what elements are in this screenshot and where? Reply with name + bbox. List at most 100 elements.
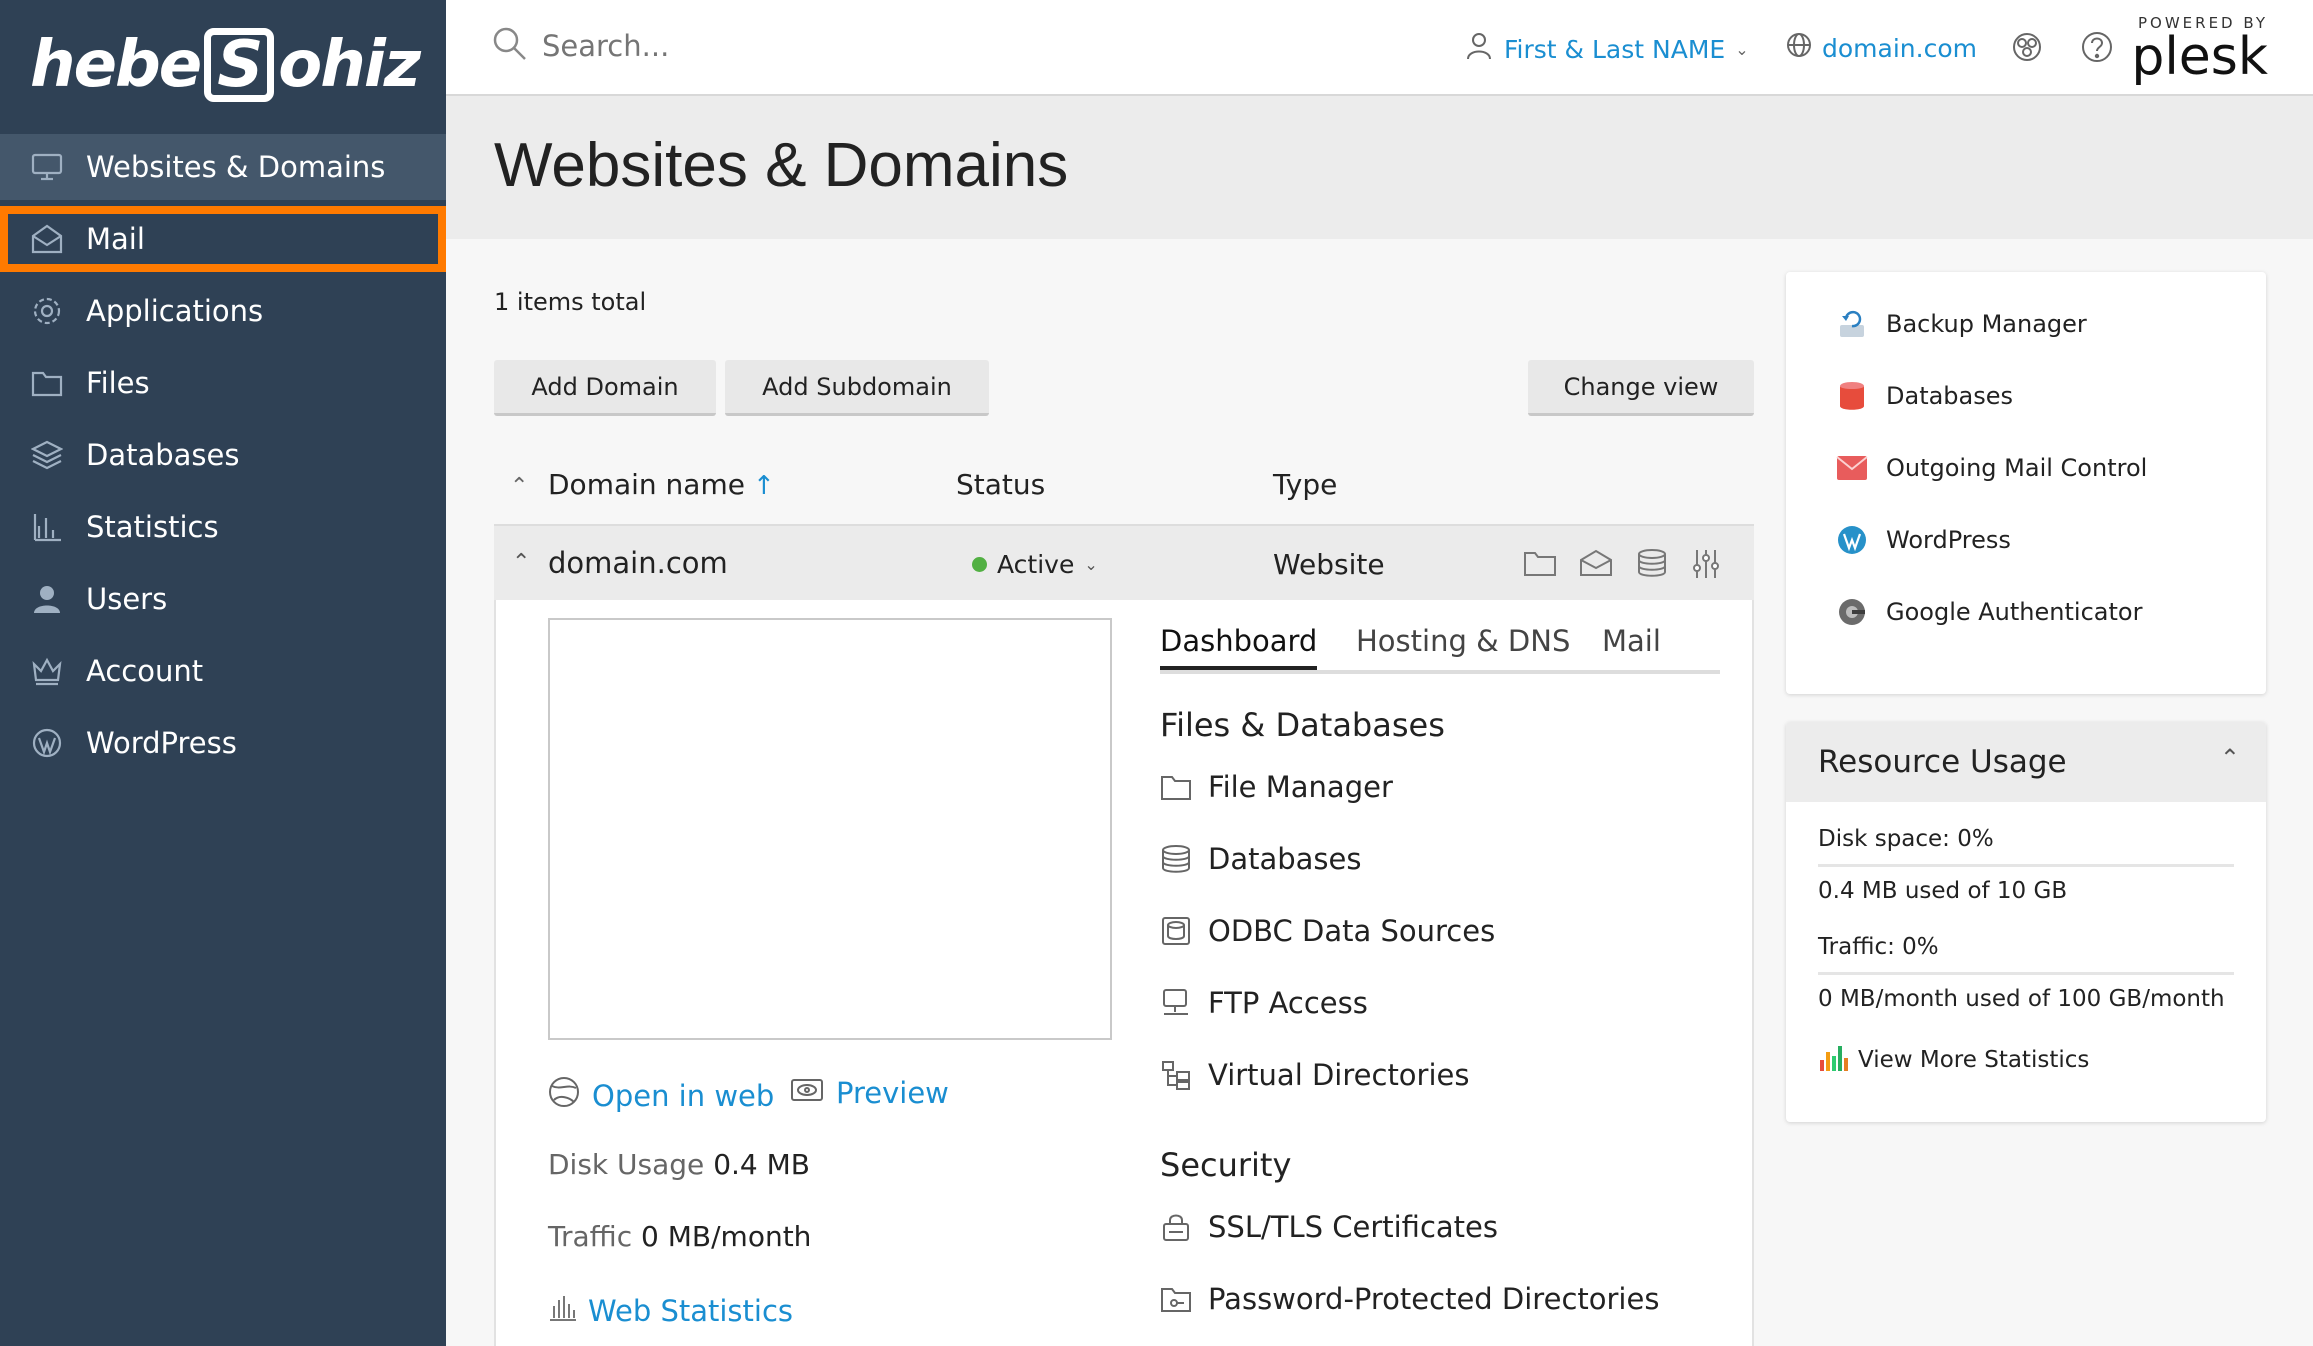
table-row: ⌃ domain.com Active ⌄ Website [494,524,1754,600]
database-icon[interactable] [1635,548,1669,582]
user-menu[interactable]: First & Last NAME ⌄ [1466,32,1749,66]
disk-usage-label: Disk Usage [548,1148,705,1181]
add-domain-button[interactable]: Add Domain [494,360,716,416]
sidebar-item-applications[interactable]: Applications [0,278,446,344]
traffic-percent: Traffic: 0% [1818,934,1939,960]
sidebar-item-files[interactable]: Files [0,350,446,416]
feature-label: SSL/TLS Certificates [1208,1210,1498,1244]
folder-icon [1161,776,1191,800]
feature-label: Databases [1208,842,1362,876]
chevron-up-icon[interactable]: ⌃ [512,550,530,575]
file-manager-link[interactable]: File Manager [1160,770,1393,804]
feature-label: File Manager [1208,770,1393,804]
add-subdomain-button[interactable]: Add Subdomain [725,360,989,416]
protected-folder-icon [1161,1288,1191,1312]
resource-usage-title: Resource Usage [1818,744,2067,780]
tab-hosting-dns[interactable]: Hosting & DNS [1356,624,1570,666]
certificate-icon [1163,1214,1189,1241]
disk-space-percent: Disk space: 0% [1818,826,1994,852]
sidebar-item-label: Applications [86,294,264,328]
extensions-icon[interactable] [2010,30,2044,68]
user-icon [1466,32,1492,66]
wordpress-icon [30,726,64,760]
domain-switcher[interactable]: domain.com [1786,32,1977,64]
ftp-access-link[interactable]: FTP Access [1160,986,1368,1020]
column-type: Type [1273,468,1338,501]
tools-card: Backup Manager Databases Outgoing Mail C… [1786,272,2266,694]
column-domain-name[interactable]: Domain name ↑ [548,468,775,501]
top-bar: First & Last NAME ⌄ domain.com POWERED B… [446,0,2313,96]
row-type: Website [1273,548,1385,581]
preview-link[interactable]: Preview [790,1076,949,1110]
statistics-chart-icon [1818,1042,1850,1078]
items-total: 1 items total [494,288,647,316]
database-icon [1836,380,1868,412]
backup-manager-link[interactable]: Backup Manager [1836,308,2087,340]
odbc-data-sources-link[interactable]: ODBC Data Sources [1160,914,1495,948]
website-thumbnail[interactable] [548,618,1112,1040]
search-input[interactable] [542,29,1042,63]
gear-icon [30,294,64,328]
open-in-web-link[interactable]: Open in web [548,1076,774,1115]
sidebar-item-label: Databases [86,438,240,472]
ssl-tls-certificates-link[interactable]: SSL/TLS Certificates [1160,1210,1498,1244]
status-dropdown[interactable]: Active ⌄ [972,550,1098,579]
sidebar-item-account[interactable]: Account [0,638,446,704]
help-icon[interactable] [2080,30,2114,68]
view-more-statistics-link[interactable]: View More Statistics [1818,1042,2089,1078]
change-view-button[interactable]: Change view [1528,360,1754,416]
sidebar-item-label: Users [86,582,168,616]
wordpress-tool-link[interactable]: WordPress [1836,524,2011,556]
sidebar-item-wordpress[interactable]: WordPress [0,710,446,776]
sidebar-item-label: WordPress [86,726,237,760]
domain-tabs: Dashboard Hosting & DNS Mail [1160,624,1720,674]
page-header: Websites & Domains [446,96,2313,239]
virtual-directories-link[interactable]: Virtual Directories [1160,1058,1469,1092]
sidebar-item-statistics[interactable]: Statistics [0,494,446,560]
globe-icon [1786,32,1812,64]
section-files-databases: Files & Databases [1160,706,1445,744]
row-domain-name[interactable]: domain.com [548,546,728,580]
feature-label: FTP Access [1208,986,1368,1020]
sidebar-item-label: Websites & Domains [86,150,386,184]
brand-logo[interactable]: hebe Sohiz [0,0,446,130]
resource-usage-header[interactable]: Resource Usage ⌃ [1786,722,2266,802]
globe-icon [548,1076,580,1115]
password-protected-directories-link[interactable]: Password-Protected Directories [1160,1282,1659,1316]
logo-text: hebe Sohiz [30,28,421,102]
collapse-all-icon[interactable]: ⌃ [510,474,528,499]
odbc-icon [1162,917,1190,945]
databases-link[interactable]: Databases [1160,842,1361,876]
sidebar-item-label: Mail [86,222,145,256]
preview-label: Preview [836,1076,949,1110]
sidebar: hebe Sohiz Websites & Domains Mail Applic… [0,0,446,1346]
sidebar-item-users[interactable]: Users [0,566,446,632]
tab-mail[interactable]: Mail [1602,624,1661,666]
web-statistics-link[interactable]: Web Statistics [548,1292,793,1329]
sidebar-item-websites-domains[interactable]: Websites & Domains [0,134,446,200]
section-security: Security [1160,1146,1292,1184]
tool-label: Backup Manager [1886,310,2087,338]
crown-icon [30,654,64,688]
open-in-web-label: Open in web [592,1078,775,1113]
tool-label: Databases [1886,382,2014,410]
folder-icon[interactable] [1523,548,1557,582]
search-icon [492,26,528,66]
user-icon [30,582,64,616]
page-title: Websites & Domains [494,131,1069,200]
virtual-directories-icon [1162,1061,1190,1090]
bar-chart-icon [30,510,64,544]
outgoing-mail-control-link[interactable]: Outgoing Mail Control [1836,452,2147,484]
disk-space-detail: 0.4 MB used of 10 GB [1818,878,2068,904]
mail-icon[interactable] [1579,548,1613,582]
status-dot [972,557,987,572]
databases-tool-link[interactable]: Databases [1836,380,2013,412]
sidebar-item-mail[interactable]: Mail [0,206,446,272]
mail-icon [30,222,64,256]
tab-dashboard[interactable]: Dashboard [1160,624,1318,670]
chevron-up-icon[interactable]: ⌃ [2220,744,2240,772]
settings-sliders-icon[interactable] [1691,548,1721,584]
google-authenticator-link[interactable]: Google Authenticator [1836,596,2142,628]
sidebar-item-databases[interactable]: Databases [0,422,446,488]
search-box[interactable] [492,26,1042,66]
